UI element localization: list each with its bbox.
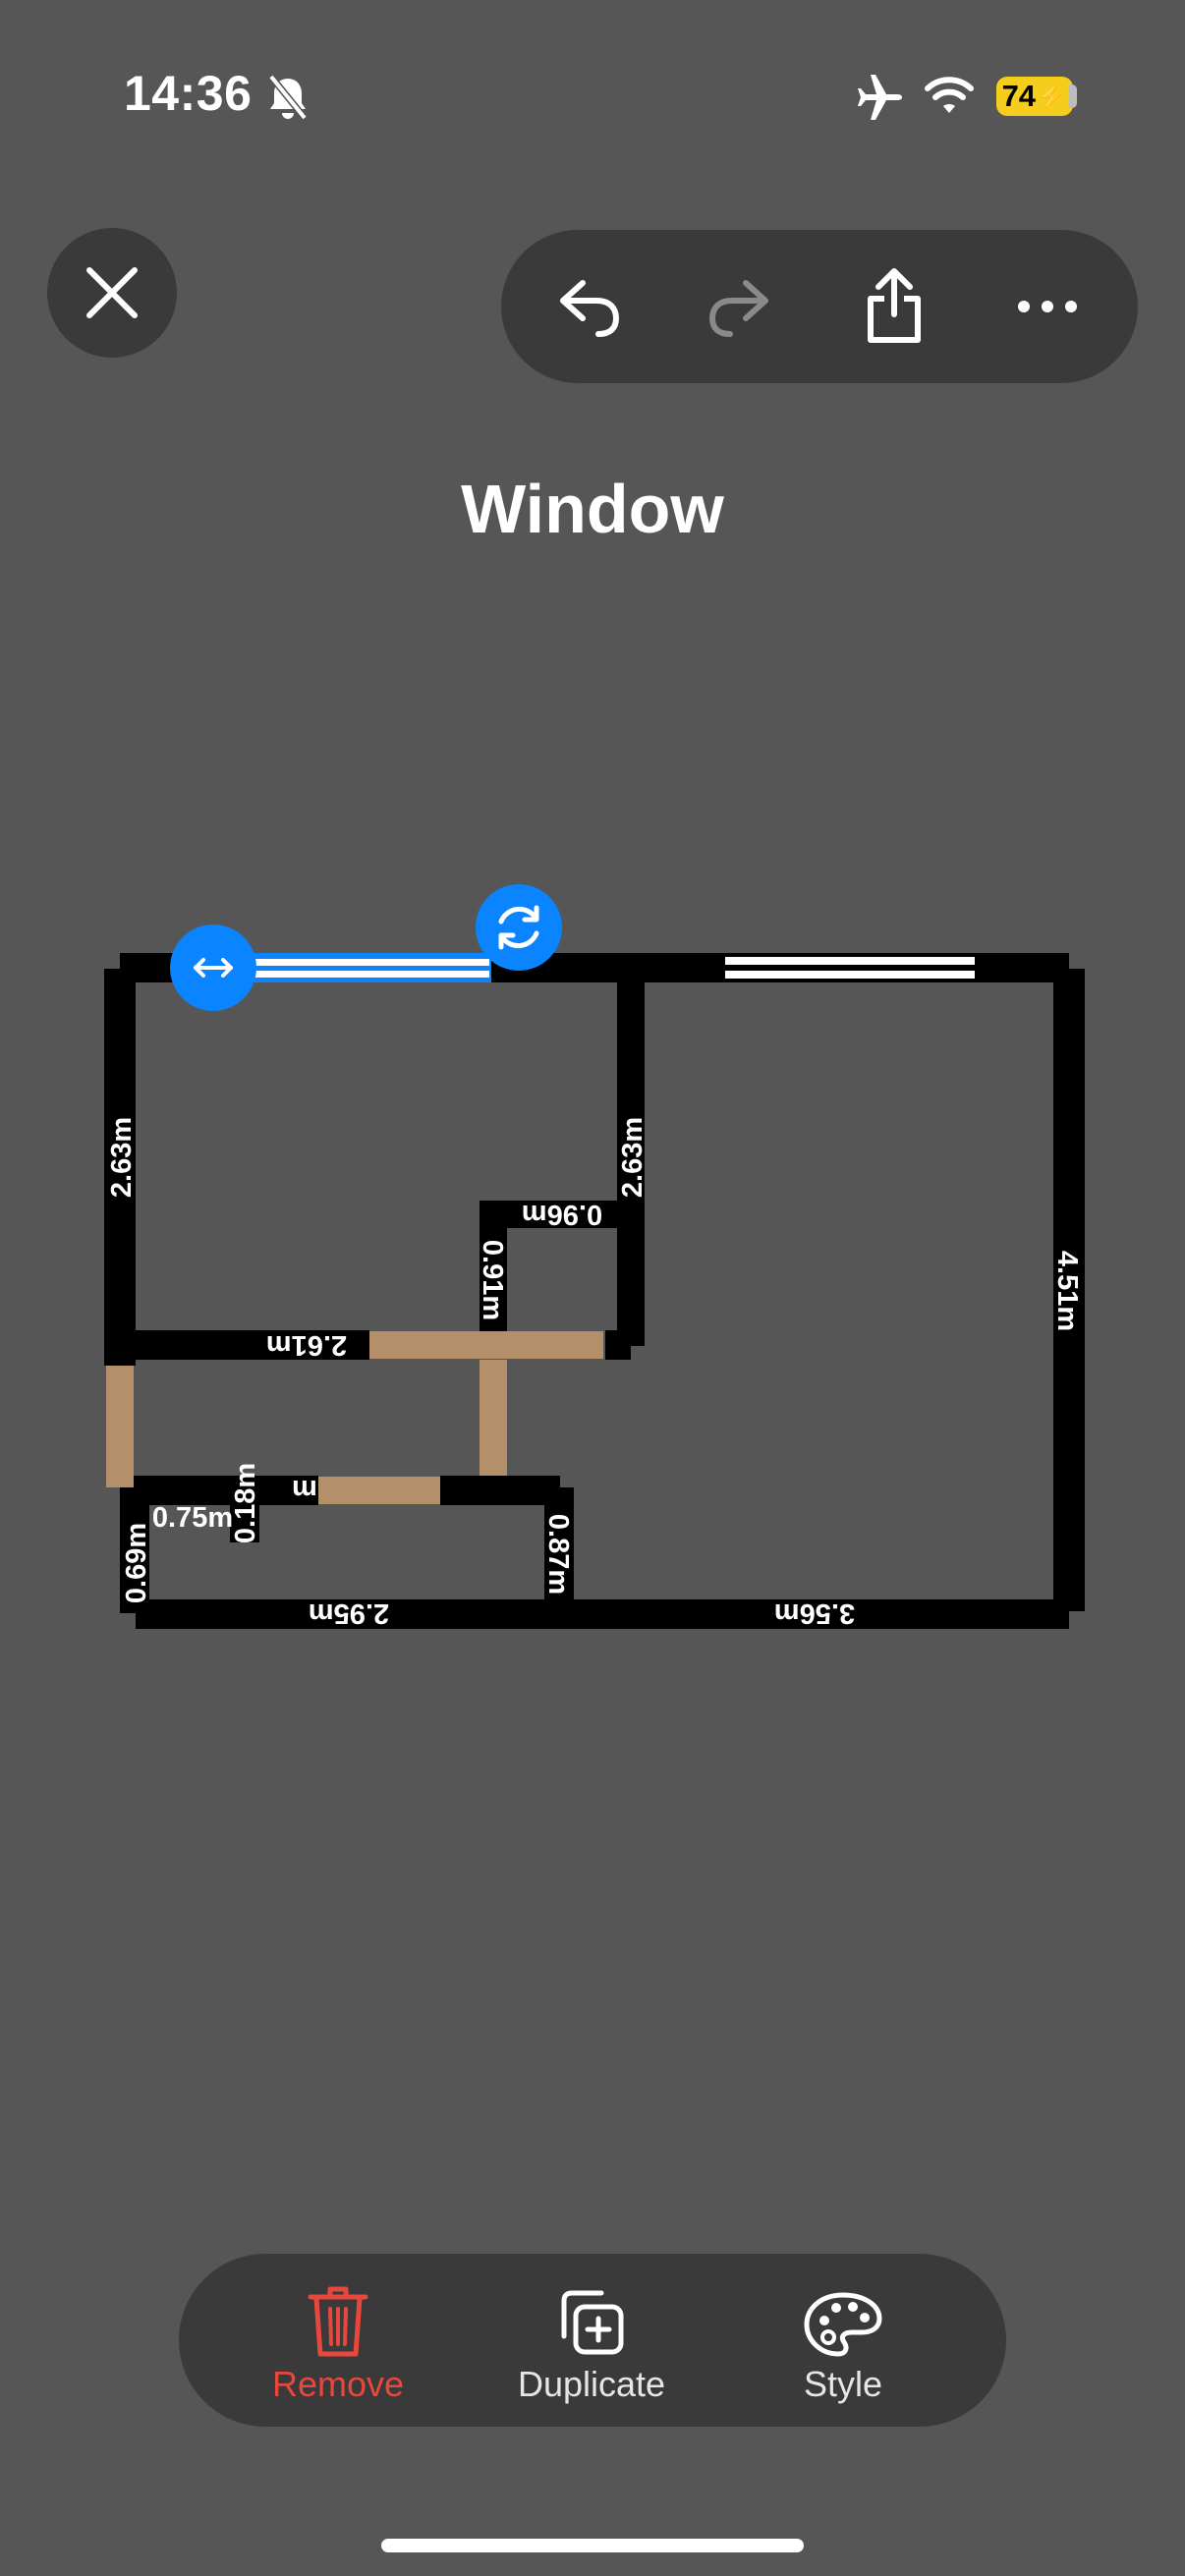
door[interactable] — [318, 1477, 440, 1504]
measurement-label: 0.87m — [542, 1514, 574, 1595]
window-pane — [725, 957, 975, 965]
style-button[interactable]: Style — [735, 2275, 951, 2405]
door[interactable] — [106, 1366, 134, 1487]
resize-handle[interactable] — [170, 924, 256, 1011]
style-label: Style — [803, 2364, 883, 2404]
measurement-label: m — [292, 1474, 317, 1505]
wall-lower-horizontal-right[interactable] — [440, 1476, 560, 1505]
measurement-label: 0.91m — [477, 1240, 508, 1320]
wall-center-join[interactable] — [605, 1330, 631, 1360]
measurement-label: 3.56m — [774, 1597, 855, 1629]
remove-button[interactable]: Remove — [230, 2275, 446, 2405]
measurement-label: 0.96m — [522, 1199, 602, 1230]
measurement-label: 0.18m — [230, 1463, 261, 1543]
wall-bottom[interactable] — [136, 1599, 1069, 1629]
duplicate-icon — [561, 2290, 624, 2355]
door[interactable] — [369, 1331, 481, 1359]
measurement-label: 2.95m — [309, 1597, 389, 1629]
measurement-label: 2.63m — [617, 1117, 649, 1198]
floor-plan[interactable]: 2.63m 2.63m 0.96m 0.91m 2.61m 4.51m 0.75… — [0, 0, 1185, 1670]
remove-label: Remove — [271, 2364, 405, 2404]
measurement-label: 2.63m — [106, 1117, 138, 1198]
measurement-label: 0.75m — [152, 1502, 233, 1534]
home-indicator[interactable] — [381, 2539, 804, 2552]
wall-lower-horizontal[interactable] — [120, 1476, 318, 1505]
measurement-label: 0.69m — [121, 1523, 152, 1603]
measurement-label: 2.61m — [266, 1329, 347, 1361]
trash-icon — [308, 2286, 368, 2357]
door[interactable] — [480, 1360, 507, 1476]
rotate-handle[interactable] — [476, 884, 562, 971]
door[interactable] — [481, 1331, 603, 1359]
window-pane — [725, 971, 975, 979]
duplicate-button[interactable]: Duplicate — [483, 2275, 700, 2405]
measurement-label: 4.51m — [1051, 1251, 1083, 1331]
bottom-action-bar: Remove Duplicate Style — [179, 2254, 1006, 2427]
palette-icon — [804, 2292, 882, 2357]
duplicate-label: Duplicate — [517, 2364, 666, 2404]
